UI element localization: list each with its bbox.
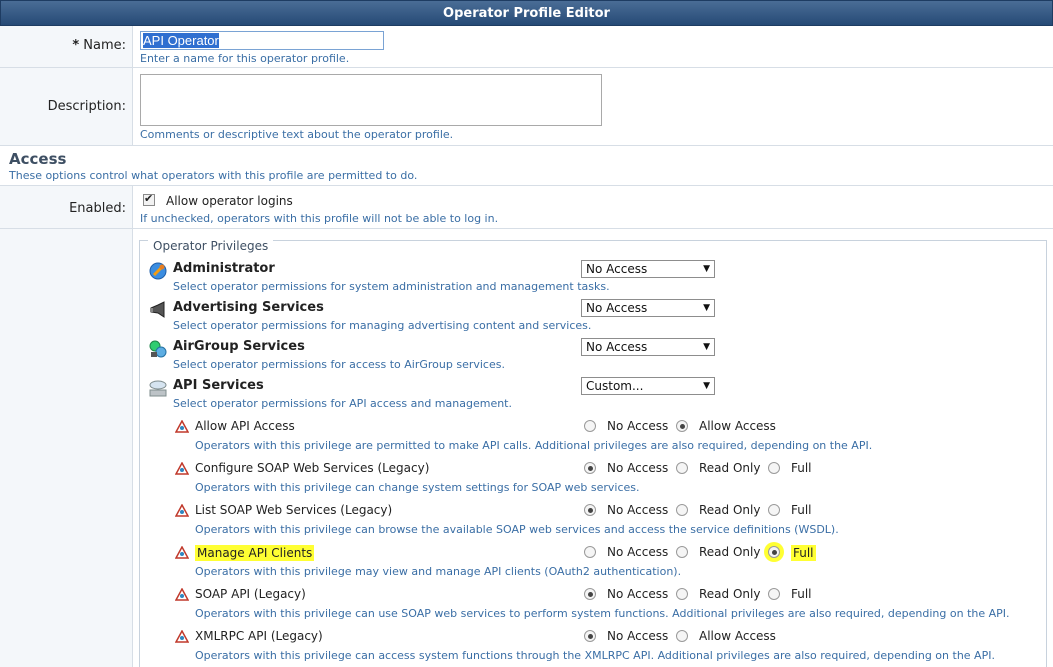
- group-help-airgroup: Select operator permissions for access t…: [173, 358, 505, 371]
- advertising-select-value: No Access: [586, 301, 648, 315]
- soap-api-legacy-radio-read-only[interactable]: [676, 588, 688, 600]
- required-mark: *: [72, 38, 80, 53]
- privilege-help-soap-api-legacy: Operators with this privilege can use SO…: [195, 607, 1010, 620]
- list-soap-web-services-legacy-radio-label-full: Full: [791, 503, 812, 517]
- allow-api-access-radio-label-allow-access: Allow Access: [699, 419, 776, 433]
- description-label-cell: Description:: [0, 68, 133, 145]
- privilege-help-configure-soap-web-services-legacy: Operators with this privilege can change…: [195, 481, 640, 494]
- description-label: Description:: [47, 99, 126, 114]
- airgroup-select-value: No Access: [586, 340, 648, 354]
- manage-api-clients-radio-label-read-only: Read Only: [699, 545, 761, 559]
- enabled-label-cell: Enabled:: [0, 186, 133, 228]
- privilege-icon: [175, 588, 189, 601]
- privilege-title-list-soap-web-services-legacy: List SOAP Web Services (Legacy): [195, 503, 393, 517]
- group-title-administrator: Administrator: [173, 261, 275, 276]
- window-title: Operator Profile Editor: [0, 0, 1053, 26]
- operator-privileges-legend: Operator Privileges: [148, 239, 274, 253]
- privilege-help-xmlrpc-api-legacy: Operators with this privilege can access…: [195, 649, 995, 662]
- api-services-select[interactable]: Custom... ▼: [581, 377, 715, 395]
- list-soap-web-services-legacy-radio-label-no-access: No Access: [607, 503, 669, 517]
- configure-soap-web-services-legacy-radio-label-full: Full: [791, 461, 812, 475]
- allow-api-access-radio-label-no-access: No Access: [607, 419, 669, 433]
- privilege-icon: [175, 630, 189, 643]
- soap-api-legacy-radio-no-access[interactable]: [584, 588, 596, 600]
- privilege-icon: [175, 504, 189, 517]
- group-help-advertising: Select operator permissions for managing…: [173, 319, 592, 332]
- name-input[interactable]: API Operator: [140, 31, 384, 50]
- list-soap-web-services-legacy-radio-read-only[interactable]: [676, 504, 688, 516]
- allow-api-access-radio-allow-access[interactable]: [676, 420, 688, 432]
- privileges-label-cell: [0, 229, 133, 667]
- configure-soap-web-services-legacy-radio-label-no-access: No Access: [607, 461, 669, 475]
- privilege-title-xmlrpc-api-legacy: XMLRPC API (Legacy): [195, 629, 323, 643]
- configure-soap-web-services-legacy-radio-full[interactable]: [768, 462, 780, 474]
- configure-soap-web-services-legacy-radio-label-read-only: Read Only: [699, 461, 761, 475]
- xmlrpc-api-legacy-radio-allow-access[interactable]: [676, 630, 688, 642]
- soap-api-legacy-radio-label-no-access: No Access: [607, 587, 669, 601]
- list-soap-web-services-legacy-radio-label-read-only: Read Only: [699, 503, 761, 517]
- privilege-help-manage-api-clients: Operators with this privilege may view a…: [195, 565, 682, 578]
- configure-soap-web-services-legacy-radio-read-only[interactable]: [676, 462, 688, 474]
- megaphone-icon: [150, 301, 165, 318]
- xmlrpc-api-legacy-radio-no-access[interactable]: [584, 630, 596, 642]
- privilege-title-allow-api-access: Allow API Access: [195, 419, 295, 433]
- privilege-title-soap-api-legacy: SOAP API (Legacy): [195, 587, 306, 601]
- administrator-select[interactable]: No Access ▼: [581, 260, 715, 278]
- group-title-api-services: API Services: [173, 378, 264, 393]
- chevron-down-icon: ▼: [703, 303, 710, 313]
- name-help: Enter a name for this operator profile.: [140, 52, 350, 65]
- access-title: Access: [9, 150, 67, 168]
- manage-api-clients-radio-label-no-access: No Access: [607, 545, 669, 559]
- privilege-icon: [175, 462, 189, 475]
- group-title-advertising: Advertising Services: [173, 300, 324, 315]
- airgroup-select[interactable]: No Access ▼: [581, 338, 715, 356]
- group-help-administrator: Select operator permissions for system a…: [173, 280, 610, 293]
- group-title-airgroup: AirGroup Services: [173, 339, 305, 354]
- admin-icon: [149, 262, 167, 280]
- soap-api-legacy-radio-label-full: Full: [791, 587, 812, 601]
- list-soap-web-services-legacy-radio-no-access[interactable]: [584, 504, 596, 516]
- privilege-help-list-soap-web-services-legacy: Operators with this privilege can browse…: [195, 523, 839, 536]
- privilege-icon: [175, 546, 189, 559]
- chevron-down-icon: ▼: [703, 381, 710, 391]
- enabled-help: If unchecked, operators with this profil…: [140, 212, 499, 225]
- chevron-down-icon: ▼: [703, 264, 710, 274]
- xmlrpc-api-legacy-radio-label-no-access: No Access: [607, 629, 669, 643]
- name-label: Name:: [83, 38, 126, 53]
- description-help: Comments or descriptive text about the o…: [140, 128, 454, 141]
- enabled-label: Enabled:: [69, 201, 126, 216]
- privilege-title-configure-soap-web-services-legacy: Configure SOAP Web Services (Legacy): [195, 461, 430, 475]
- manage-api-clients-radio-label-full: Full: [791, 545, 816, 561]
- manage-api-clients-radio-no-access[interactable]: [584, 546, 596, 558]
- name-input-value: API Operator: [143, 33, 219, 48]
- chevron-down-icon: ▼: [703, 342, 710, 352]
- configure-soap-web-services-legacy-radio-no-access[interactable]: [584, 462, 596, 474]
- manage-api-clients-radio-full[interactable]: [768, 546, 780, 558]
- privilege-icon: [175, 420, 189, 433]
- name-label-cell: * Name:: [0, 26, 133, 67]
- api-icon: [149, 380, 167, 397]
- api-services-select-value: Custom...: [586, 379, 644, 393]
- manage-api-clients-radio-read-only[interactable]: [676, 546, 688, 558]
- airgroup-icon: [149, 340, 167, 358]
- allow-api-access-radio-no-access[interactable]: [584, 420, 596, 432]
- administrator-select-value: No Access: [586, 262, 648, 276]
- group-help-api-services: Select operator permissions for API acce…: [173, 397, 512, 410]
- advertising-select[interactable]: No Access ▼: [581, 299, 715, 317]
- allow-logins-checkbox[interactable]: [143, 192, 155, 206]
- privilege-help-allow-api-access: Operators with this privilege are permit…: [195, 439, 873, 452]
- access-help: These options control what operators wit…: [9, 169, 418, 182]
- list-soap-web-services-legacy-radio-full[interactable]: [768, 504, 780, 516]
- allow-logins-label: Allow operator logins: [166, 194, 293, 208]
- description-textarea[interactable]: [140, 74, 602, 126]
- soap-api-legacy-radio-label-read-only: Read Only: [699, 587, 761, 601]
- xmlrpc-api-legacy-radio-label-allow-access: Allow Access: [699, 629, 776, 643]
- privilege-title-manage-api-clients: Manage API Clients: [195, 545, 315, 561]
- soap-api-legacy-radio-full[interactable]: [768, 588, 780, 600]
